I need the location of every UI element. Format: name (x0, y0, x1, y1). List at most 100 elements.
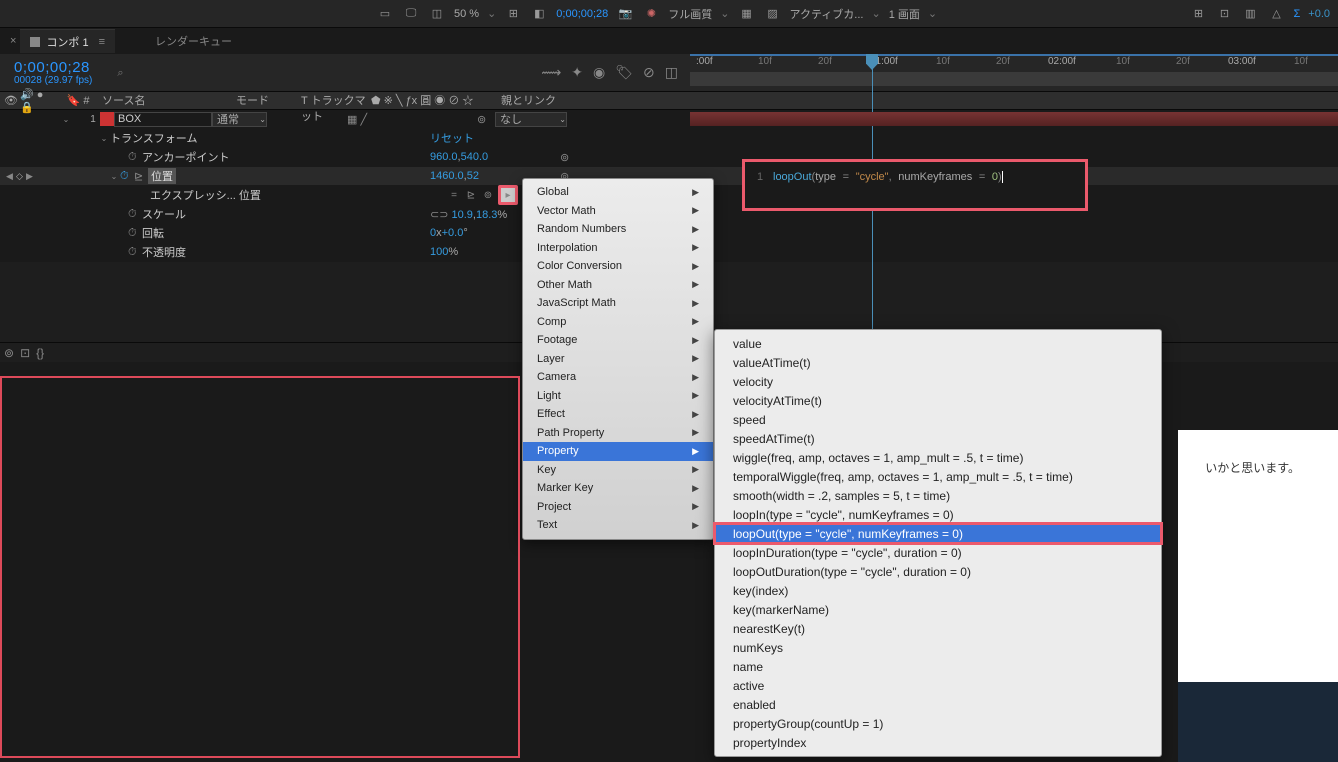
ge-icon-c[interactable]: {} (36, 346, 44, 360)
col-source[interactable]: ソース名 (96, 92, 236, 109)
stopwatch-icon[interactable]: ⏱ (128, 208, 142, 221)
tl-icon-e[interactable]: ⊘ (643, 64, 655, 81)
submenu-item[interactable]: velocityAtTime(t) (715, 391, 1161, 410)
transform-disclosure[interactable]: ⌄ (98, 134, 110, 143)
snap-icon[interactable]: ⊞ (504, 5, 522, 23)
menu-item-path-property[interactable]: Path Property▶ (523, 424, 713, 443)
3d-icon-c[interactable]: ▥ (1241, 5, 1259, 23)
menu-item-javascript-math[interactable]: JavaScript Math▶ (523, 294, 713, 313)
submenu-item[interactable]: speedAtTime(t) (715, 429, 1161, 448)
tab-render-queue[interactable]: レンダーキュー (155, 33, 232, 49)
tab-menu-icon[interactable]: ≡ (99, 36, 105, 48)
menu-item-footage[interactable]: Footage▶ (523, 331, 713, 350)
timecode-display-top[interactable]: 0;00;00;28 (556, 8, 608, 20)
grid-icon-b[interactable]: ▨ (764, 5, 782, 23)
camera-icon[interactable]: 📷 (616, 5, 634, 23)
tl-icon-d[interactable]: 🏷 (615, 64, 633, 81)
timecode-display[interactable]: 0;00;00;28 00028 (29.97 fps) (0, 57, 106, 88)
color-icon[interactable]: ✺ (642, 5, 660, 23)
submenu-item[interactable]: key(index) (715, 581, 1161, 600)
stopwatch-icon[interactable]: ⏱ (128, 151, 142, 164)
menu-item-layer[interactable]: Layer▶ (523, 350, 713, 369)
mask-icon[interactable]: ◫ (428, 5, 446, 23)
submenu-item[interactable]: loopInDuration(type = "cycle", duration … (715, 543, 1161, 562)
screen-icon[interactable]: ▭ (376, 5, 394, 23)
submenu-item[interactable]: loopOut(type = "cycle", numKeyframes = 0… (715, 524, 1161, 543)
menu-item-light[interactable]: Light▶ (523, 387, 713, 406)
graph-icon[interactable]: ⊵ (134, 170, 148, 183)
layer-disclosure[interactable]: ⌄ (60, 115, 72, 124)
submenu-item[interactable]: wiggle(freq, amp, octaves = 1, amp_mult … (715, 448, 1161, 467)
parent-dropdown[interactable]: なし⌄ (495, 112, 567, 127)
stopwatch-icon[interactable]: ⏱ (128, 246, 142, 259)
timeline-search[interactable] (114, 64, 294, 82)
exposure-value[interactable]: +0.0 (1308, 8, 1330, 20)
expr-graph-icon[interactable]: ⊵ (464, 188, 478, 202)
layer-row-1[interactable]: ⌄ 1 BOX 通常⌄ ▦ ╱ ⊚ なし⌄ (0, 110, 1338, 129)
menu-item-comp[interactable]: Comp▶ (523, 313, 713, 332)
grid-icon-a[interactable]: ▦ (738, 5, 756, 23)
submenu-item[interactable]: nearestKey(t) (715, 619, 1161, 638)
position-label[interactable]: 位置 (148, 168, 176, 184)
submenu-item[interactable]: name (715, 657, 1161, 676)
menu-item-key[interactable]: Key▶ (523, 461, 713, 480)
expr-pickwhip-icon[interactable]: ⊚ (481, 188, 495, 202)
menu-item-interpolation[interactable]: Interpolation▶ (523, 239, 713, 258)
menu-item-property[interactable]: Property▶ (523, 442, 713, 461)
link-icon[interactable]: ⊚ (560, 151, 578, 164)
col-mode[interactable]: モード (236, 92, 301, 109)
3d-icon-a[interactable]: ⊞ (1189, 5, 1207, 23)
submenu-item[interactable]: active (715, 676, 1161, 695)
submenu-item[interactable]: numKeys (715, 638, 1161, 657)
submenu-item[interactable]: temporalWiggle(freq, amp, octaves = 1, a… (715, 467, 1161, 486)
position-disclosure[interactable]: ⌄ (108, 172, 120, 181)
submenu-item[interactable]: value (715, 334, 1161, 353)
menu-item-vector-math[interactable]: Vector Math▶ (523, 202, 713, 221)
submenu-item[interactable]: propertyGroup(countUp = 1) (715, 714, 1161, 733)
tab-comp1[interactable]: コンポ 1 ≡ (20, 29, 115, 53)
display-icon[interactable]: 🖵 (402, 5, 420, 23)
submenu-item[interactable]: key(markerName) (715, 600, 1161, 619)
expr-equals-icon[interactable]: = (447, 188, 461, 202)
anchor-value[interactable]: 960.0,540.0 (430, 151, 560, 163)
submenu-item[interactable]: loopOutDuration(type = "cycle", duration… (715, 562, 1161, 581)
submenu-item[interactable]: velocity (715, 372, 1161, 391)
expression-editor[interactable]: 1 loopOut(type = "cycle", numKeyframes =… (742, 159, 1088, 211)
menu-item-global[interactable]: Global▶ (523, 183, 713, 202)
expression-function-menu[interactable]: valuevalueAtTime(t)velocityvelocityAtTim… (714, 329, 1162, 757)
menu-item-other-math[interactable]: Other Math▶ (523, 276, 713, 295)
search-input[interactable] (114, 64, 294, 82)
ge-icon-b[interactable]: ⊡ (20, 346, 30, 360)
menu-item-text[interactable]: Text▶ (523, 516, 713, 535)
expression-code[interactable]: loopOut(type = "cycle", numKeyframes = 0… (773, 170, 1003, 183)
layer-name[interactable]: BOX (114, 112, 212, 127)
expression-category-menu[interactable]: Global▶Vector Math▶Random Numbers▶Interp… (522, 178, 714, 540)
next-keyframe[interactable]: ▶ (26, 171, 36, 182)
blend-mode-dropdown[interactable]: 通常⌄ (212, 112, 267, 127)
col-trackmatte[interactable]: T トラックマット (301, 92, 371, 109)
tab-close[interactable]: × (10, 35, 16, 47)
view-layout-dropdown[interactable]: 1 画面 (889, 6, 920, 22)
submenu-item[interactable]: loopIn(type = "cycle", numKeyframes = 0) (715, 505, 1161, 524)
sigma-icon[interactable]: Σ (1293, 8, 1300, 20)
menu-item-camera[interactable]: Camera▶ (523, 368, 713, 387)
stopwatch-icon[interactable]: ⏱ (120, 170, 134, 183)
submenu-item[interactable]: enabled (715, 695, 1161, 714)
zoom-value[interactable]: 50 % (454, 8, 479, 20)
stopwatch-icon[interactable]: ⏱ (128, 227, 142, 240)
prev-keyframe[interactable]: ◀ (6, 171, 16, 182)
tl-icon-f[interactable]: ◫ (665, 64, 678, 81)
submenu-item[interactable]: propertyIndex (715, 733, 1161, 752)
menu-item-marker-key[interactable]: Marker Key▶ (523, 479, 713, 498)
layer-color-swatch[interactable] (100, 112, 114, 126)
camera-dropdown[interactable]: アクティブカ... (790, 6, 864, 22)
add-keyframe[interactable]: ◇ (16, 171, 26, 182)
menu-item-color-conversion[interactable]: Color Conversion▶ (523, 257, 713, 276)
expression-menu-button[interactable]: ▸ (498, 185, 518, 205)
menu-item-effect[interactable]: Effect▶ (523, 405, 713, 424)
bounds-icon[interactable]: ◧ (530, 5, 548, 23)
submenu-item[interactable]: smooth(width = .2, samples = 5, t = time… (715, 486, 1161, 505)
menu-item-project[interactable]: Project▶ (523, 498, 713, 517)
layer-bar[interactable] (690, 112, 1338, 126)
tl-icon-a[interactable]: ⟿ (541, 64, 561, 81)
